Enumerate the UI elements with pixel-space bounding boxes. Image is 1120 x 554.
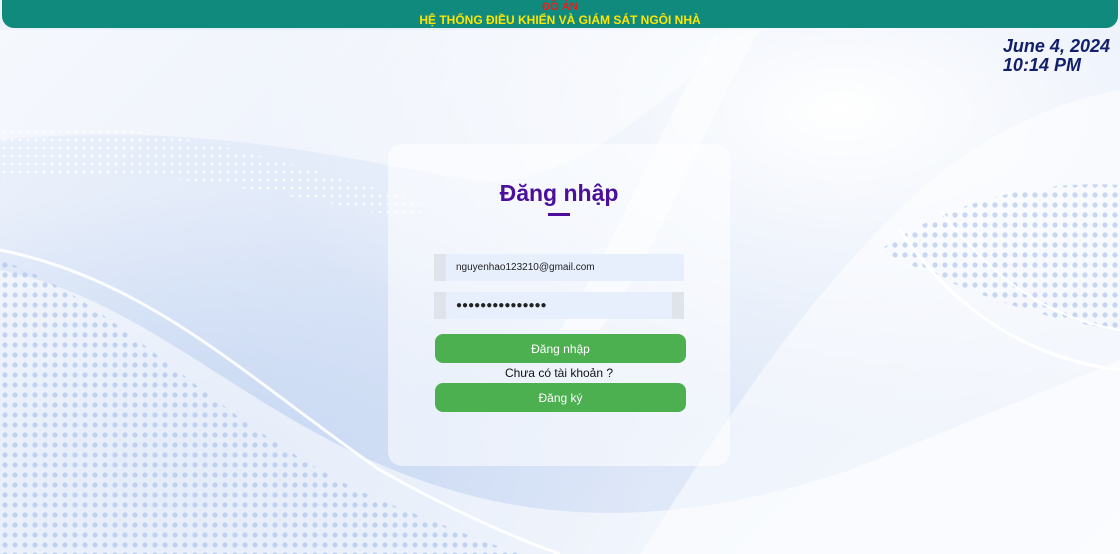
login-button[interactable]: Đăng nhập: [435, 334, 686, 363]
clock-date: June 4, 2024: [1002, 36, 1110, 56]
title-underline: [548, 213, 570, 216]
email-field[interactable]: [434, 254, 684, 281]
register-button[interactable]: Đăng ký: [435, 383, 686, 412]
header-bar: ĐỒ ÁN HỆ THỐNG ĐIỀU KHIỂN VÀ GIÁM SÁT NG…: [2, 0, 1118, 28]
password-field[interactable]: [434, 292, 684, 319]
login-card: Đăng nhập Đăng nhập Chưa có tài khoản ? …: [388, 144, 730, 466]
header-project-label: ĐỒ ÁN: [542, 1, 578, 13]
header-system-title: HỆ THỐNG ĐIỀU KHIỂN VÀ GIÁM SÁT NGÔI NHÀ: [419, 13, 701, 27]
no-account-text: Chưa có tài khoản ?: [504, 366, 614, 380]
clock: June 4, 2024 10:14 PM: [1003, 37, 1110, 75]
login-title: Đăng nhập: [499, 180, 619, 206]
clock-time: 10:14 PM: [1002, 55, 1081, 75]
